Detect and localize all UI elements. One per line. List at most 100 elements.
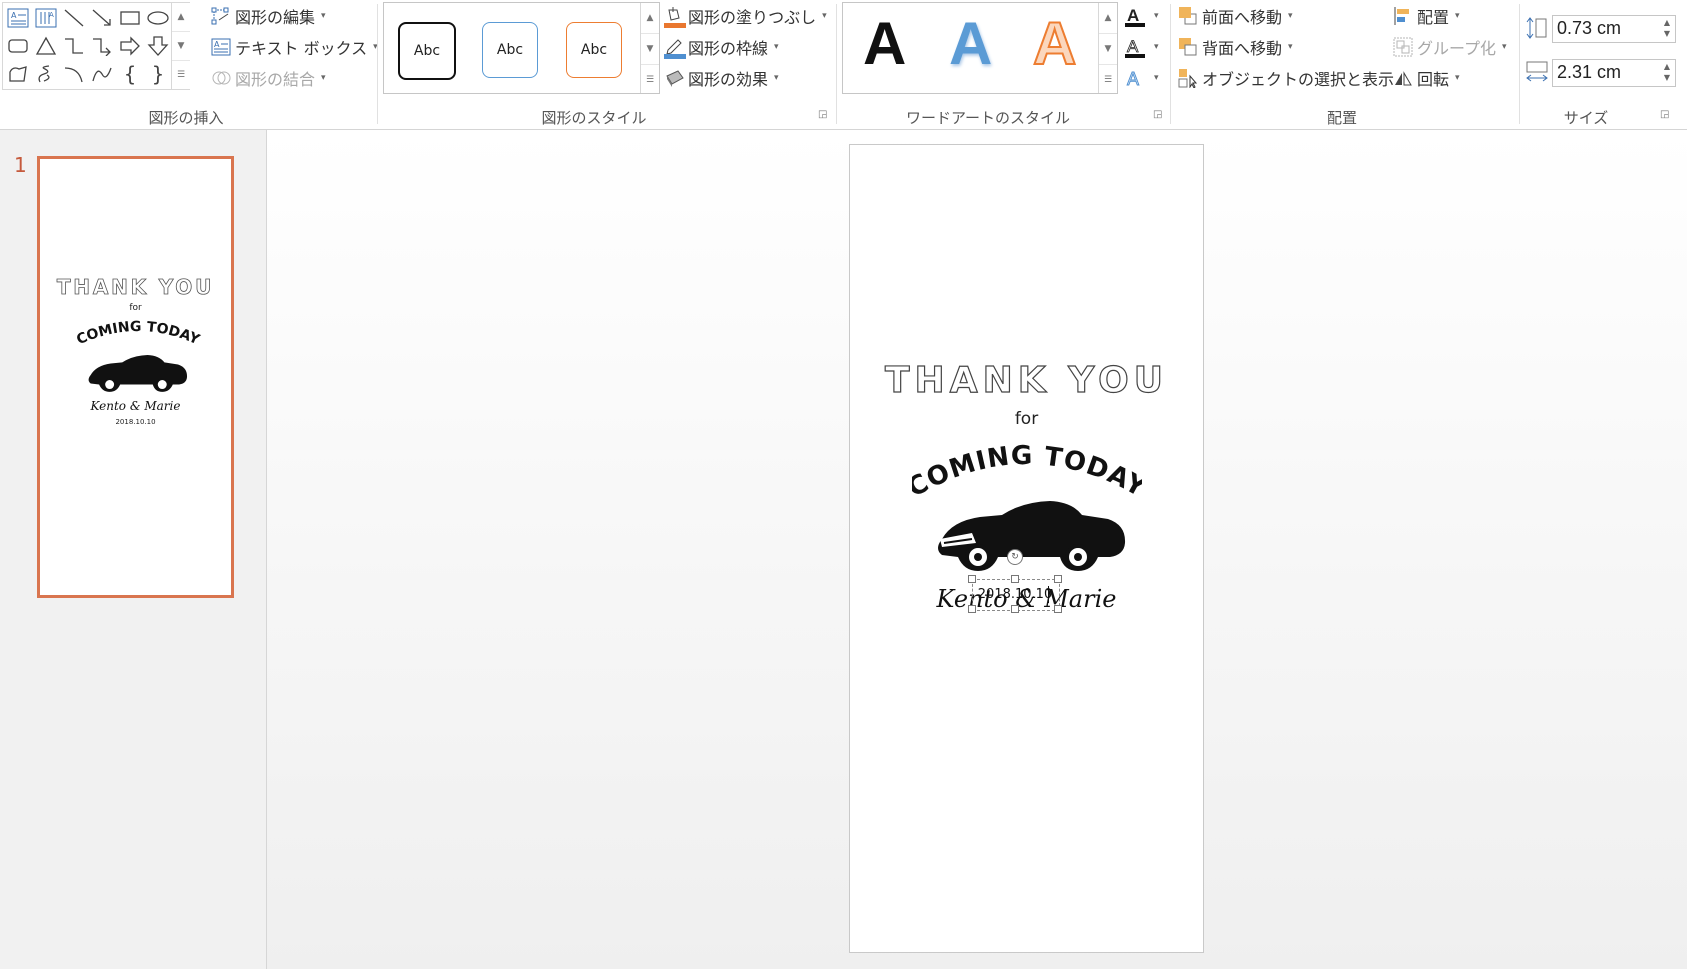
svg-text:A: A bbox=[1127, 6, 1139, 25]
scroll-down-icon[interactable]: ▼ bbox=[172, 32, 190, 61]
group-separator bbox=[1519, 4, 1520, 124]
group-button[interactable]: グループ化 ▾ bbox=[1393, 35, 1507, 59]
shape-gallery: A A {} ▲ ▼ ☰ bbox=[2, 2, 190, 90]
thumb-date: 2018.10.10 bbox=[115, 418, 156, 426]
slide-for-text[interactable]: for bbox=[850, 409, 1203, 429]
arrow-line-shape-icon[interactable] bbox=[89, 5, 115, 31]
elbow-connector-shape-icon[interactable] bbox=[61, 33, 87, 59]
group-separator bbox=[377, 4, 378, 124]
height-spinner[interactable]: ▲ ▼ bbox=[1661, 17, 1673, 39]
line-shape-icon[interactable] bbox=[61, 5, 87, 31]
resize-handle-top[interactable] bbox=[1011, 575, 1019, 583]
shape-style-preset-black[interactable]: Abc bbox=[398, 22, 456, 80]
chevron-down-icon: ▾ bbox=[1154, 42, 1159, 52]
resize-handle-bottom-right[interactable] bbox=[1054, 605, 1062, 613]
chevron-down-icon: ▾ bbox=[1288, 11, 1293, 21]
slide-car-image[interactable] bbox=[932, 499, 1128, 575]
shape-fill-button[interactable]: 図形の塗りつぶし ▾ bbox=[664, 4, 827, 28]
more-icon[interactable]: ☰ bbox=[641, 65, 659, 95]
freeform-shape-icon[interactable] bbox=[5, 61, 31, 87]
merge-shapes-button[interactable]: 図形の結合 ▾ bbox=[211, 66, 326, 90]
more-icon[interactable]: ☰ bbox=[172, 61, 190, 89]
scroll-down-icon[interactable]: ▼ bbox=[641, 34, 659, 65]
group-objects-icon bbox=[1393, 37, 1413, 57]
align-icon bbox=[1393, 6, 1413, 26]
oval-shape-icon[interactable] bbox=[145, 5, 171, 31]
slide-subtitle[interactable]: COMING TODAY bbox=[912, 433, 1142, 499]
selection-pane-button[interactable]: オブジェクトの選択と表示 bbox=[1178, 66, 1394, 90]
resize-handle-bottom-left[interactable] bbox=[968, 605, 976, 613]
scroll-up-icon[interactable]: ▲ bbox=[1099, 3, 1117, 34]
chevron-down-icon: ▾ bbox=[1502, 42, 1507, 52]
rotate-handle-icon[interactable]: ↻ bbox=[1007, 549, 1023, 565]
shape-gallery-scrollbar[interactable]: ▲ ▼ ☰ bbox=[171, 3, 190, 89]
shape-width-input[interactable] bbox=[1553, 60, 1647, 84]
shape-outline-button[interactable]: 図形の枠線 ▾ bbox=[664, 35, 779, 59]
slide-thumbnail[interactable]: THANK YOU for COMING TODAY Kento & Marie… bbox=[37, 156, 234, 598]
svg-text:A: A bbox=[214, 40, 220, 49]
scroll-up-icon[interactable]: ▲ bbox=[641, 3, 659, 34]
width-spinner[interactable]: ▲ ▼ bbox=[1661, 61, 1673, 83]
edit-shape-button[interactable]: 図形の編集 ▾ bbox=[211, 4, 326, 28]
rotate-button[interactable]: 回転 ▾ bbox=[1393, 66, 1460, 90]
scribble-shape-icon[interactable] bbox=[33, 61, 59, 87]
scroll-up-icon[interactable]: ▲ bbox=[172, 3, 190, 32]
thumb-names: Kento & Marie bbox=[90, 399, 181, 413]
text-cursor bbox=[1048, 586, 1049, 603]
align-button[interactable]: 配置 ▾ bbox=[1393, 4, 1460, 28]
text-fill-icon: A bbox=[1124, 6, 1145, 27]
spin-down-icon[interactable]: ▼ bbox=[1664, 29, 1670, 38]
rounded-rectangle-shape-icon[interactable] bbox=[5, 33, 31, 59]
shape-style-preset-blue[interactable]: Abc bbox=[482, 22, 538, 78]
more-icon[interactable]: ☰ bbox=[1099, 65, 1117, 95]
shape-style-preset-orange[interactable]: Abc bbox=[566, 22, 622, 78]
textbox-horizontal-shape-icon[interactable]: A bbox=[5, 5, 31, 31]
resize-handle-bottom[interactable] bbox=[1011, 605, 1019, 613]
curve-shape-icon[interactable] bbox=[89, 61, 115, 87]
slide-canvas[interactable]: THANK YOU for COMING TODAY Kento & Marie… bbox=[849, 144, 1204, 953]
bring-forward-button[interactable]: 前面へ移動 ▾ bbox=[1178, 4, 1293, 28]
wordart-styles-group-label: ワードアートのスタイル bbox=[905, 109, 1071, 127]
text-box-button[interactable]: A テキスト ボックス ▾ bbox=[211, 35, 378, 59]
down-arrow-shape-icon[interactable] bbox=[145, 33, 171, 59]
elbow-arrow-connector-shape-icon[interactable] bbox=[89, 33, 115, 59]
resize-handle-top-left[interactable] bbox=[968, 575, 976, 583]
chevron-down-icon: ▾ bbox=[774, 73, 779, 83]
send-backward-button[interactable]: 背面へ移動 ▾ bbox=[1178, 35, 1293, 59]
rotate-icon bbox=[1393, 68, 1413, 88]
wordart-style-orange-outline[interactable]: A bbox=[1032, 9, 1077, 78]
wordart-style-black[interactable]: A bbox=[863, 9, 906, 78]
shape-height-field[interactable]: ▲▼ bbox=[1552, 15, 1676, 43]
chevron-down-icon: ▾ bbox=[321, 11, 326, 21]
spin-up-icon[interactable]: ▲ bbox=[1664, 18, 1670, 27]
resize-handle-top-right[interactable] bbox=[1054, 575, 1062, 583]
size-dialog-launcher-icon[interactable]: ◲ bbox=[1660, 110, 1670, 120]
shape-style-gallery-scrollbar[interactable]: ▲ ▼ ☰ bbox=[640, 3, 659, 93]
slide-date[interactable]: 2018.10.10 bbox=[972, 587, 1058, 602]
wordart-gallery: A A A ▲ ▼ ☰ bbox=[842, 2, 1118, 94]
rectangle-shape-icon[interactable] bbox=[117, 5, 143, 31]
text-effects-button[interactable]: A ▾ bbox=[1124, 66, 1159, 90]
shape-styles-dialog-launcher-icon[interactable]: ◲ bbox=[818, 110, 828, 120]
textbox-vertical-shape-icon[interactable]: A bbox=[33, 5, 59, 31]
chevron-down-icon: ▾ bbox=[1455, 11, 1460, 21]
left-brace-shape-icon[interactable]: { bbox=[117, 61, 143, 87]
wordart-dialog-launcher-icon[interactable]: ◲ bbox=[1153, 110, 1163, 120]
slide-title[interactable]: THANK YOU bbox=[850, 359, 1203, 401]
shape-effects-button[interactable]: 図形の効果 ▾ bbox=[664, 66, 779, 90]
triangle-shape-icon[interactable] bbox=[33, 33, 59, 59]
wordart-style-blue[interactable]: A bbox=[949, 9, 992, 78]
arc-shape-icon[interactable] bbox=[61, 61, 87, 87]
spin-up-icon[interactable]: ▲ bbox=[1664, 62, 1670, 71]
shape-height-input[interactable] bbox=[1553, 16, 1647, 40]
text-fill-button[interactable]: A ▾ bbox=[1124, 4, 1159, 28]
text-outline-button[interactable]: A ▾ bbox=[1124, 35, 1159, 59]
wordart-gallery-scrollbar[interactable]: ▲ ▼ ☰ bbox=[1098, 3, 1117, 93]
shape-effects-icon bbox=[664, 68, 684, 88]
spin-down-icon[interactable]: ▼ bbox=[1664, 73, 1670, 82]
svg-text:COMING TODAY: COMING TODAY bbox=[74, 319, 202, 349]
scroll-down-icon[interactable]: ▼ bbox=[1099, 34, 1117, 65]
right-brace-shape-icon[interactable]: } bbox=[145, 61, 171, 87]
shape-width-field[interactable]: ▲▼ bbox=[1552, 59, 1676, 87]
right-arrow-shape-icon[interactable] bbox=[117, 33, 143, 59]
